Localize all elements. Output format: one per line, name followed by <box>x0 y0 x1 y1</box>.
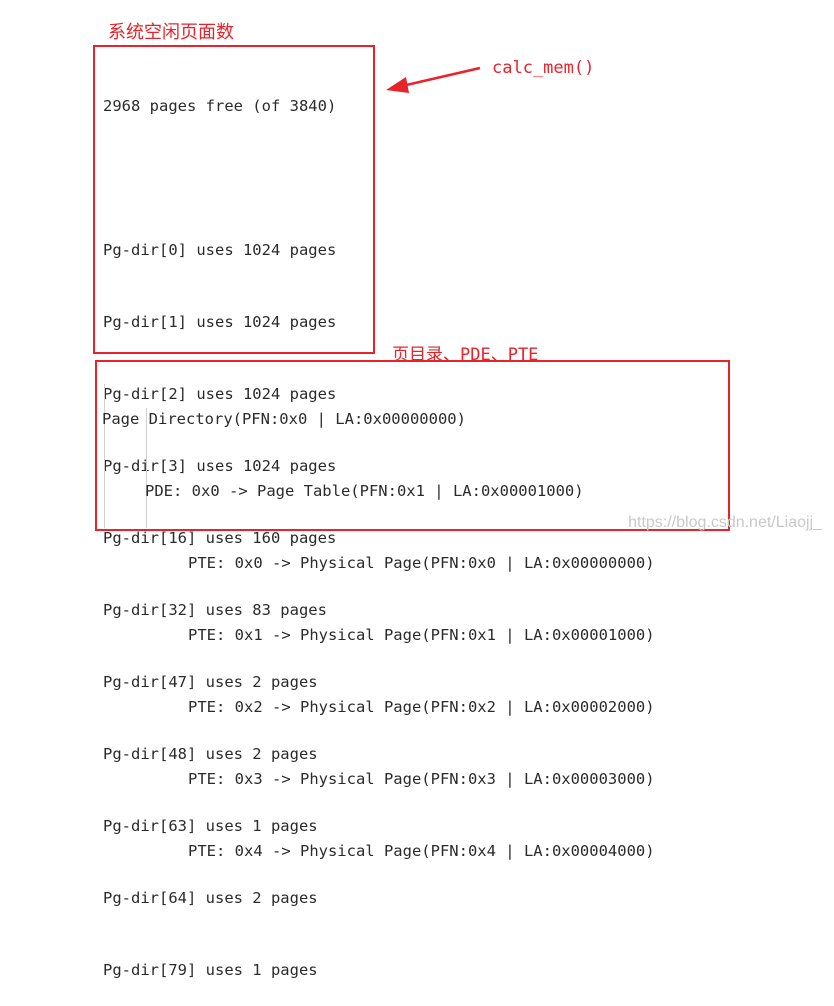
pg-dir-line: Pg-dir[0] uses 1024 pages <box>103 241 337 259</box>
pg-dir-line: Pg-dir[1] uses 1024 pages <box>103 313 337 331</box>
pte-line: PTE: 0x1 -> Physical Page(PFN:0x1 | LA:0… <box>188 626 655 644</box>
pte-line: PTE: 0x0 -> Physical Page(PFN:0x0 | LA:0… <box>188 554 655 572</box>
pde-line: PDE: 0x0 -> Page Table(PFN:0x1 | LA:0x00… <box>145 482 584 500</box>
pg-dir-line: Pg-dir[64] uses 2 pages <box>103 889 318 907</box>
free-pages-title: 系统空闲页面数 <box>108 22 234 43</box>
pte-line: PTE: 0x2 -> Physical Page(PFN:0x2 | LA:0… <box>188 698 655 716</box>
calc-mem-label: calc_mem() <box>492 58 595 78</box>
arrow-icon <box>386 66 481 93</box>
watermark: https://blog.csdn.net/Liaojj_ <box>628 514 822 531</box>
pte-line: PTE: 0x3 -> Physical Page(PFN:0x3 | LA:0… <box>188 770 655 788</box>
pte-line: PTE: 0x4 -> Physical Page(PFN:0x4 | LA:0… <box>188 842 655 860</box>
free-summary-line: 2968 pages free (of 3840) <box>103 97 337 115</box>
pg-dir-line: Pg-dir[79] uses 1 pages <box>103 961 318 979</box>
page-directory-output: Page Directory(PFN:0x0 | LA:0x00000000) … <box>102 359 655 887</box>
page-directory-line: Page Directory(PFN:0x0 | LA:0x00000000) <box>102 410 466 428</box>
